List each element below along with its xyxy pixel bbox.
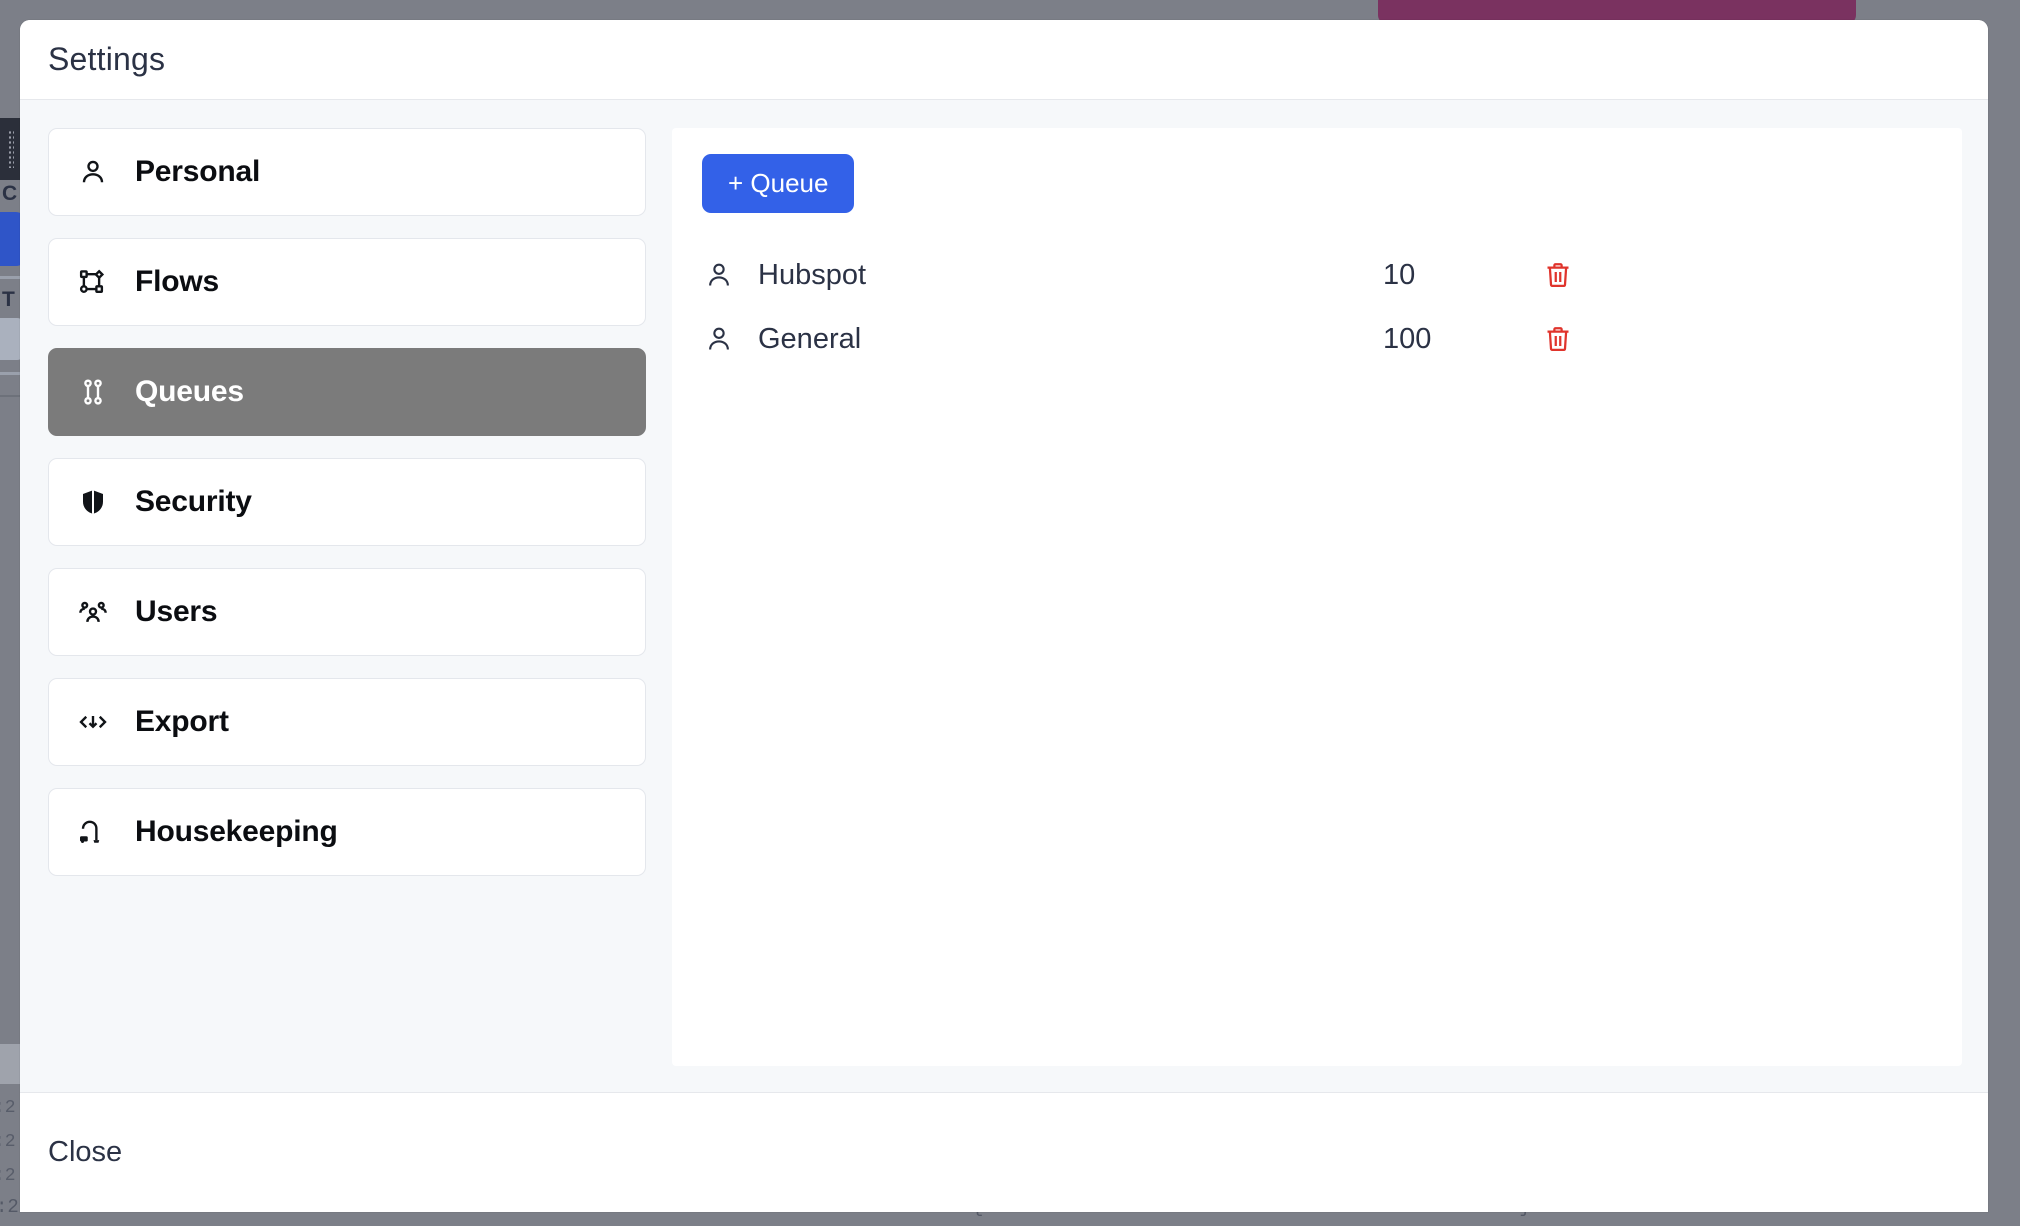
background-timestamp: :2	[0, 1132, 16, 1152]
sidebar-item-personal[interactable]: Personal	[48, 128, 646, 216]
background-separator-a	[0, 276, 22, 279]
sidebar-item-export[interactable]: Export	[48, 678, 646, 766]
user-icon	[702, 324, 736, 354]
sidebar-item-label: Export	[135, 705, 229, 738]
sidebar-item-housekeeping[interactable]: Housekeeping	[48, 788, 646, 876]
table-row[interactable]: Hubspot 10	[702, 243, 1932, 307]
flow-nodes-icon	[77, 266, 109, 298]
vacuum-icon	[77, 816, 109, 848]
background-separator-b	[0, 372, 22, 375]
sidebar-item-label: Users	[135, 595, 218, 628]
table-row[interactable]: General 100	[702, 307, 1932, 371]
sidebar-item-label: Queues	[135, 375, 244, 408]
user-icon	[77, 156, 109, 188]
queues-panel: + Queue Hubspot 10 General 100	[672, 128, 1962, 1066]
background-timestamp: :2	[0, 1098, 16, 1118]
sidebar-item-label: Security	[135, 485, 252, 518]
sidebar-item-label: Personal	[135, 155, 261, 188]
queue-name: Hubspot	[758, 258, 867, 291]
sidebar-item-label: Flows	[135, 265, 220, 298]
user-icon	[702, 260, 736, 290]
trash-icon[interactable]	[1538, 319, 1578, 359]
page-title: Settings	[48, 41, 166, 77]
shield-icon	[77, 486, 109, 518]
background-app-topbar	[0, 118, 22, 180]
queue-list: Hubspot 10 General 100	[702, 243, 1932, 371]
modal-footer: Close	[20, 1092, 1988, 1212]
settings-sidebar: Personal Flows Queues Security Users Exp…	[48, 128, 672, 1066]
background-side-text-1: C	[2, 182, 18, 205]
add-queue-button[interactable]: + Queue	[702, 154, 855, 213]
trash-icon[interactable]	[1538, 255, 1578, 295]
sidebar-item-queues[interactable]: Queues	[48, 348, 646, 436]
queues-icon	[77, 376, 109, 408]
sidebar-item-label: Housekeeping	[135, 815, 338, 848]
settings-modal: Settings Personal Flows Queues Security …	[20, 20, 1988, 1212]
background-timestamp: :2	[0, 1166, 16, 1186]
sidebar-item-flows[interactable]: Flows	[48, 238, 646, 326]
users-group-icon	[77, 596, 109, 628]
close-button[interactable]: Close	[48, 1136, 122, 1169]
sidebar-item-users[interactable]: Users	[48, 568, 646, 656]
queue-name: General	[758, 322, 862, 355]
queue-size: 10	[1383, 258, 1416, 291]
sidebar-item-security[interactable]: Security	[48, 458, 646, 546]
grip-dots-icon	[8, 130, 14, 168]
background-side-text-2: T	[2, 288, 15, 311]
code-download-icon	[77, 706, 109, 738]
queue-size: 100	[1383, 322, 1432, 355]
modal-body: Personal Flows Queues Security Users Exp…	[20, 100, 1988, 1092]
modal-header: Settings	[20, 20, 1988, 100]
